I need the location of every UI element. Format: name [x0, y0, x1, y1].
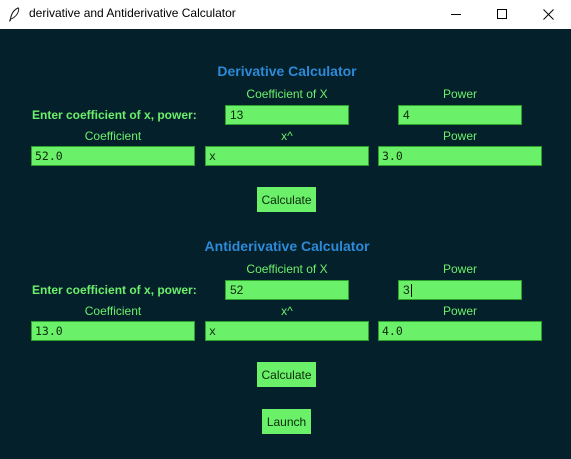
derivative-result-power-header: Power	[442, 129, 478, 143]
antiderivative-prompt: Enter coefficient of x, power:	[32, 283, 197, 297]
feather-icon	[8, 7, 20, 22]
antiderivative-heading: Antiderivative Calculator	[204, 238, 370, 254]
derivative-result-x-header: x^	[281, 129, 293, 143]
launch-button[interactable]: Launch	[262, 409, 311, 434]
window-title: derivative and Antiderivative Calculator	[29, 6, 236, 20]
close-icon	[542, 9, 554, 20]
derivative-prompt: Enter coefficient of x, power:	[32, 108, 197, 122]
minimize-icon	[450, 14, 461, 15]
antiderivative-result-coef-header: Coefficient	[84, 304, 142, 318]
maximize-icon	[496, 9, 507, 19]
antiderivative-calculate-button[interactable]: Calculate	[257, 362, 316, 387]
antiderivative-result-coefficient[interactable]: 13.0	[31, 321, 195, 341]
title-bar: derivative and Antiderivative Calculator	[0, 0, 571, 29]
derivative-result-variable[interactable]: x	[205, 146, 369, 166]
antiderivative-power-header: Power	[442, 262, 478, 276]
antiderivative-coefficient-input[interactable]: 52	[225, 280, 349, 300]
antiderivative-power-value: 3	[403, 283, 410, 297]
antiderivative-coef-x-header: Coefficient of X	[246, 262, 328, 276]
antiderivative-result-variable[interactable]: x	[205, 321, 369, 341]
derivative-coefficient-input[interactable]: 13	[225, 105, 349, 125]
minimize-button[interactable]	[433, 0, 479, 29]
derivative-result-coefficient[interactable]: 52.0	[31, 146, 195, 166]
derivative-result-power[interactable]: 3.0	[378, 146, 542, 166]
close-button[interactable]	[525, 0, 571, 29]
maximize-button[interactable]	[479, 0, 525, 29]
antiderivative-result-x-header: x^	[281, 304, 293, 318]
derivative-coef-x-header: Coefficient of X	[246, 87, 328, 101]
antiderivative-result-power-header: Power	[442, 304, 478, 318]
derivative-heading: Derivative Calculator	[217, 63, 357, 79]
derivative-power-input[interactable]: 4	[398, 105, 522, 125]
derivative-power-header: Power	[442, 87, 478, 101]
antiderivative-result-power[interactable]: 4.0	[378, 321, 542, 341]
antiderivative-power-input[interactable]: 3	[398, 280, 522, 300]
derivative-result-coef-header: Coefficient	[84, 129, 142, 143]
derivative-calculate-button[interactable]: Calculate	[257, 187, 316, 212]
text-cursor	[410, 284, 412, 298]
